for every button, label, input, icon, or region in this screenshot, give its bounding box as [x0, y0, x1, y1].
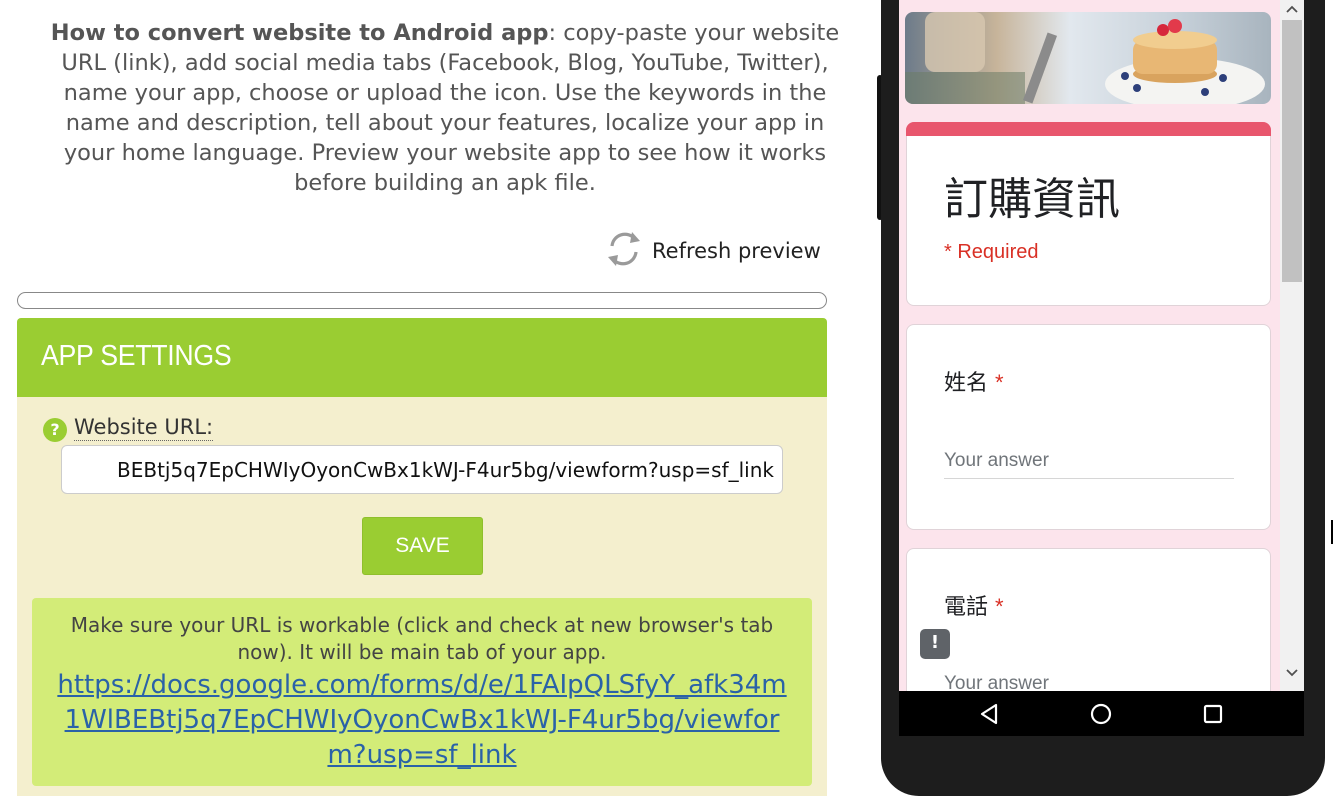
question-card-name: 姓名 * Your answer	[906, 324, 1271, 530]
refresh-preview-label: Refresh preview	[652, 239, 821, 263]
phone-screen: 訂購資訊 * Required 姓名 * Your answer 電話 * Yo…	[899, 0, 1304, 691]
text-cursor-icon	[1331, 520, 1335, 544]
home-icon[interactable]	[1088, 701, 1114, 727]
question-text: 電話	[944, 595, 989, 620]
save-button[interactable]: SAVE	[362, 517, 483, 575]
required-star: *	[995, 594, 1004, 619]
app-settings-header: APP SETTINGS	[17, 318, 827, 397]
pancake-header-image	[905, 12, 1271, 104]
name-answer-input[interactable]: Your answer	[944, 450, 1234, 479]
back-icon[interactable]	[977, 701, 1003, 727]
intro-heading: How to convert website to Android app	[50, 20, 549, 46]
url-notice-text: Make sure your URL is workable (click an…	[70, 613, 774, 664]
progress-bar	[17, 292, 827, 309]
website-url-input[interactable]: BEBtj5q7EpCHWIyOyonCwBx1kWJ-F4ur5bg/view…	[61, 445, 783, 494]
intro-body: : copy-paste your website URL (link), ad…	[61, 20, 840, 196]
app-settings-title: APP SETTINGS	[41, 340, 232, 372]
refresh-preview-button[interactable]: Refresh preview	[604, 230, 821, 272]
url-notice: Make sure your URL is workable (click an…	[32, 598, 812, 786]
help-icon[interactable]: ?	[43, 418, 67, 442]
refresh-icon	[604, 228, 644, 274]
scroll-up-icon[interactable]	[1280, 0, 1304, 20]
required-note: * Required	[944, 241, 1039, 263]
question-label: 電話 *	[944, 589, 1004, 621]
phone-answer-input[interactable]: Your answer	[944, 673, 1234, 691]
recents-icon[interactable]	[1200, 701, 1226, 727]
intro-text: How to convert website to Android app: c…	[40, 18, 850, 198]
form-accent-bar	[906, 122, 1271, 136]
required-star: *	[995, 370, 1004, 395]
question-label: 姓名 *	[944, 365, 1004, 397]
question-card-phone: 電話 * Your answer	[906, 548, 1271, 691]
question-text: 姓名	[944, 371, 989, 396]
form-title-card: 訂購資訊 * Required	[906, 122, 1271, 306]
scroll-down-icon[interactable]	[1280, 664, 1304, 684]
feedback-icon[interactable]: !	[920, 629, 950, 659]
website-url-label: Website URL:	[74, 415, 214, 441]
form-title: 訂購資訊	[944, 174, 1120, 225]
form-url-link[interactable]: https://docs.google.com/forms/d/e/1FAIpQ…	[32, 668, 812, 773]
preview-scroll-thumb[interactable]	[1282, 20, 1302, 282]
